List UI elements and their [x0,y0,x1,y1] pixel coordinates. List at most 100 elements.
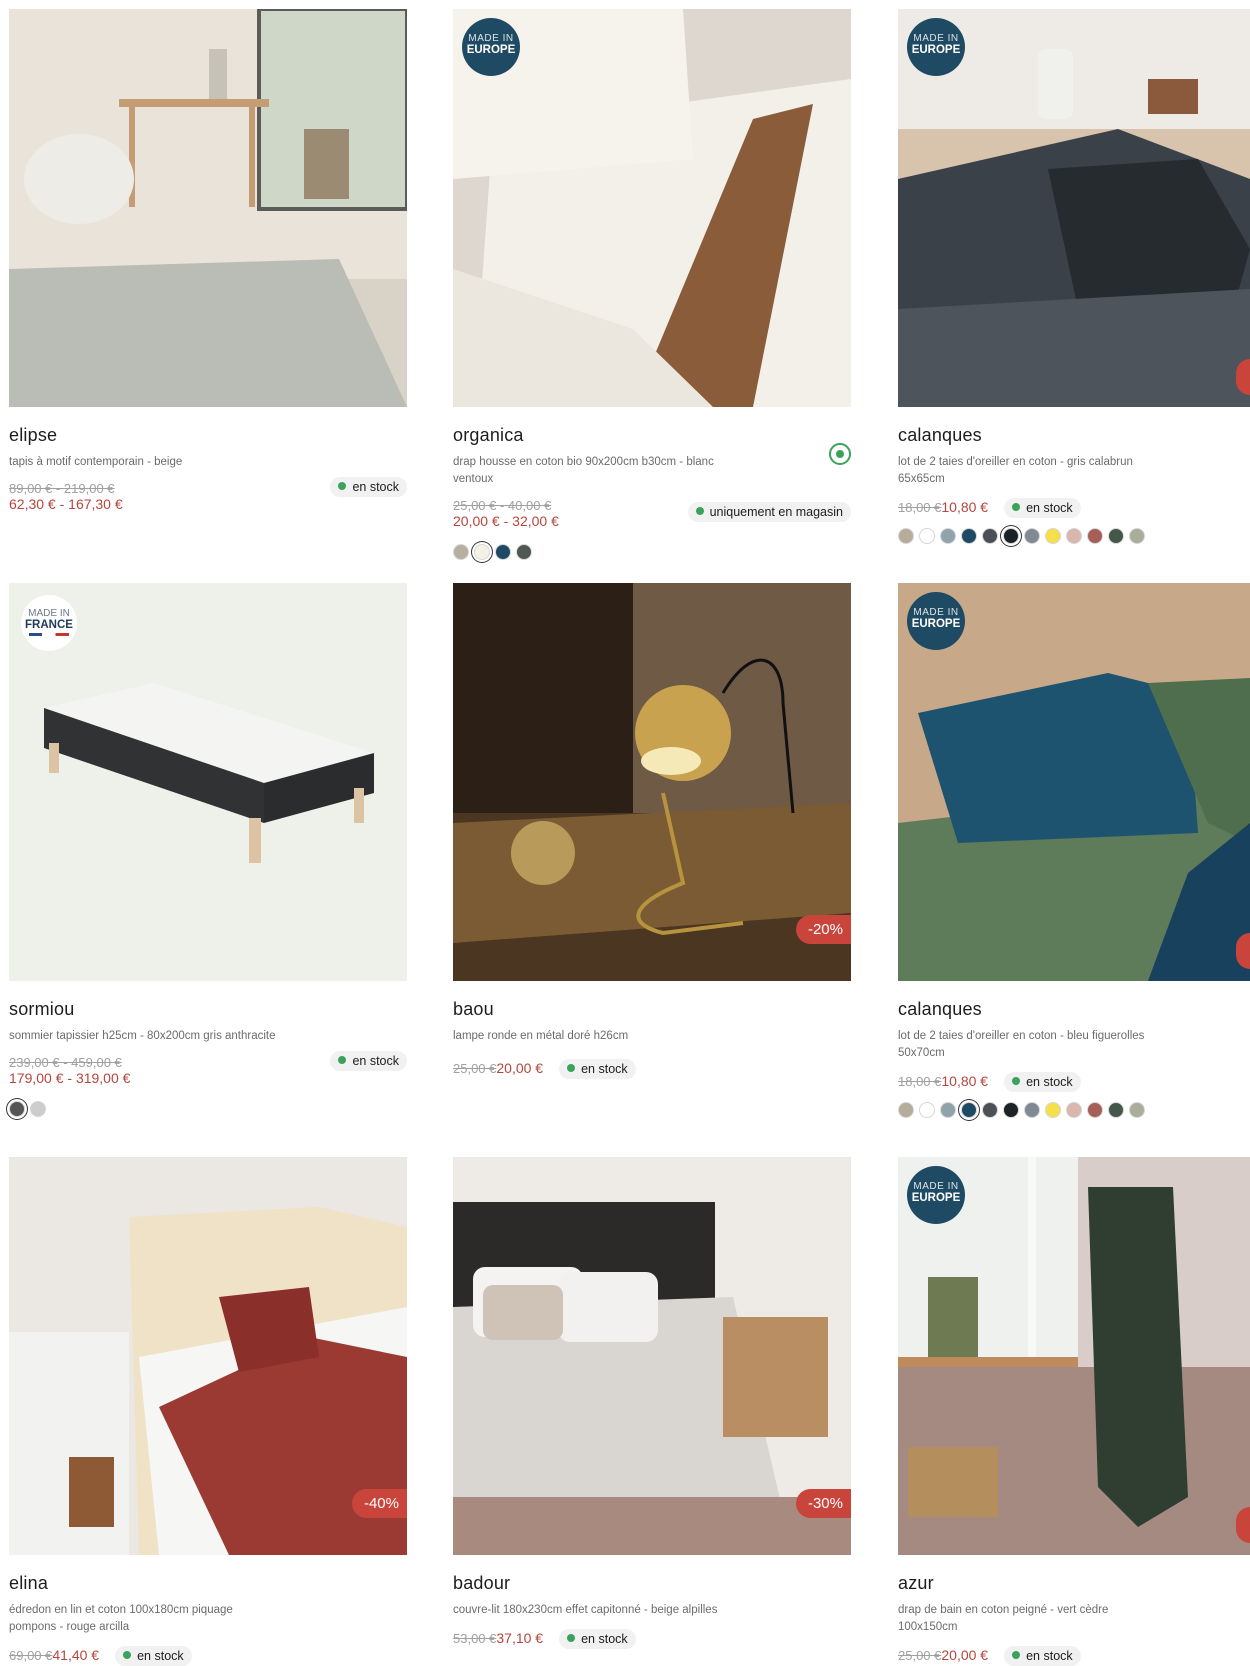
color-swatch[interactable] [1129,1102,1145,1118]
color-swatches [453,544,851,560]
color-swatch[interactable] [961,528,977,544]
stock-dot-icon [1012,1651,1021,1659]
product-description: édredon en lin et coton 100x180cm piquag… [9,1604,233,1633]
discount-badge: -30% [795,1489,851,1518]
product-title[interactable]: organica [453,425,851,446]
product-card-organica[interactable]: MADE IN EUROPE organica drap housse en co… [453,9,851,560]
current-price: 20,00 € [941,1647,989,1663]
color-swatch[interactable] [474,544,490,560]
made-in-europe-badge: MADE IN EUROPE [907,1166,965,1224]
product-image[interactable]: -40% [9,1157,407,1555]
product-title[interactable]: elipse [9,425,407,446]
stock-status: en stock [330,477,407,497]
color-swatch[interactable] [982,1102,998,1118]
color-swatch[interactable] [940,528,956,544]
product-card-sormiou[interactable]: MADE IN FRANCE sormiou sommier tapissier … [9,583,407,1117]
current-price: 62,30 € - 167,30 € [9,496,123,512]
stock-dot-icon [567,1064,576,1072]
stock-status: en stock [1004,1072,1081,1092]
product-title[interactable]: badour [453,1573,851,1594]
current-price: 10,80 € [941,499,989,515]
made-in-europe-badge: MADE IN EUROPE [462,18,520,76]
stock-dot-icon [123,1651,132,1659]
stock-dot-icon [338,1056,347,1064]
color-swatch[interactable] [1024,1102,1040,1118]
product-image[interactable] [9,9,407,407]
color-swatch[interactable] [961,1102,977,1118]
old-price: 18,00 € [898,1074,942,1089]
old-price: 69,00 € [9,1648,53,1663]
stock-status: en stock [559,1059,636,1079]
product-card-calanques-bleu[interactable]: MADE IN EUROPE calanques lot de 2 taies d… [898,583,1250,1118]
color-swatches [9,1101,407,1117]
product-image[interactable]: MADE IN EUROPE [898,583,1250,981]
color-swatches [898,528,1250,544]
color-swatch[interactable] [940,1102,956,1118]
discount-tag [1236,1507,1250,1543]
product-card-azur[interactable]: MADE IN EUROPE azur drap de bain en coton… [898,1157,1250,1666]
product-card-badour[interactable]: -30% badour couvre-lit 180x230cm effet c… [453,1157,851,1649]
stock-status: en stock [1004,498,1081,518]
product-title[interactable]: azur [898,1573,1250,1594]
current-price: 179,00 € - 319,00 € [9,1070,131,1086]
organic-cotton-icon [829,443,851,465]
color-swatch[interactable] [1129,528,1145,544]
color-swatch[interactable] [898,1102,914,1118]
stock-dot-icon [1012,1077,1021,1085]
color-swatch[interactable] [1045,528,1061,544]
color-swatches [898,1102,1250,1118]
color-swatch[interactable] [1024,528,1040,544]
color-swatch[interactable] [1066,528,1082,544]
stock-dot-icon [1012,503,1021,511]
product-description: lot de 2 taies d'oreiller en coton - gri… [898,456,1133,485]
product-title[interactable]: calanques [898,425,1250,446]
current-price: 20,00 € [496,1060,544,1076]
color-swatch[interactable] [982,528,998,544]
color-swatch[interactable] [919,1102,935,1118]
color-swatch[interactable] [453,544,469,560]
product-image[interactable]: MADE IN EUROPE [898,1157,1250,1555]
discount-tag [1236,933,1250,969]
stock-dot-icon [567,1634,576,1642]
color-swatch[interactable] [30,1101,46,1117]
color-swatch[interactable] [1003,528,1019,544]
color-swatch[interactable] [919,528,935,544]
color-swatch[interactable] [1108,1102,1124,1118]
product-title[interactable]: sormiou [9,999,407,1020]
stock-status: en stock [330,1051,407,1071]
color-swatch[interactable] [516,544,532,560]
product-title[interactable]: baou [453,999,851,1020]
product-description: drap housse en coton bio 90x200cm b30cm … [453,456,714,485]
france-flag-icon [29,633,69,636]
color-swatch[interactable] [898,528,914,544]
product-card-baou[interactable]: -20% baou lampe ronde en métal doré h26c… [453,583,851,1095]
color-swatch[interactable] [1045,1102,1061,1118]
old-price: 25,00 € [898,1648,942,1663]
color-swatch[interactable] [1108,528,1124,544]
color-swatch[interactable] [1066,1102,1082,1118]
product-description: lampe ronde en métal doré h26cm [453,1030,629,1042]
stock-status: en stock [559,1629,636,1649]
made-in-europe-badge: MADE IN EUROPE [907,18,965,76]
product-image[interactable]: MADE IN EUROPE [898,9,1250,407]
color-swatch[interactable] [1003,1102,1019,1118]
product-image[interactable]: MADE IN EUROPE [453,9,851,407]
color-swatch[interactable] [495,544,511,560]
product-card-elina[interactable]: -40% elina édredon en lin et coton 100x1… [9,1157,407,1666]
color-swatch[interactable] [1087,528,1103,544]
current-price: 10,80 € [941,1073,989,1089]
product-image[interactable]: -20% [453,583,851,981]
product-image[interactable]: MADE IN FRANCE [9,583,407,981]
product-title[interactable]: elina [9,1573,407,1594]
discount-badge: -20% [795,915,851,944]
stock-dot-icon [338,482,347,490]
stock-dot-icon [695,507,704,515]
product-card-calanques-gris[interactable]: MADE IN EUROPE calanques lot de 2 taies d… [898,9,1250,544]
product-title[interactable]: calanques [898,999,1250,1020]
color-swatch[interactable] [1087,1102,1103,1118]
product-image[interactable]: -30% [453,1157,851,1555]
product-card-elipse[interactable]: elipse tapis à motif contemporain - beig… [9,9,407,517]
product-description: lot de 2 taies d'oreiller en coton - ble… [898,1030,1145,1059]
stock-status: en stock [1004,1646,1081,1666]
color-swatch[interactable] [9,1101,25,1117]
